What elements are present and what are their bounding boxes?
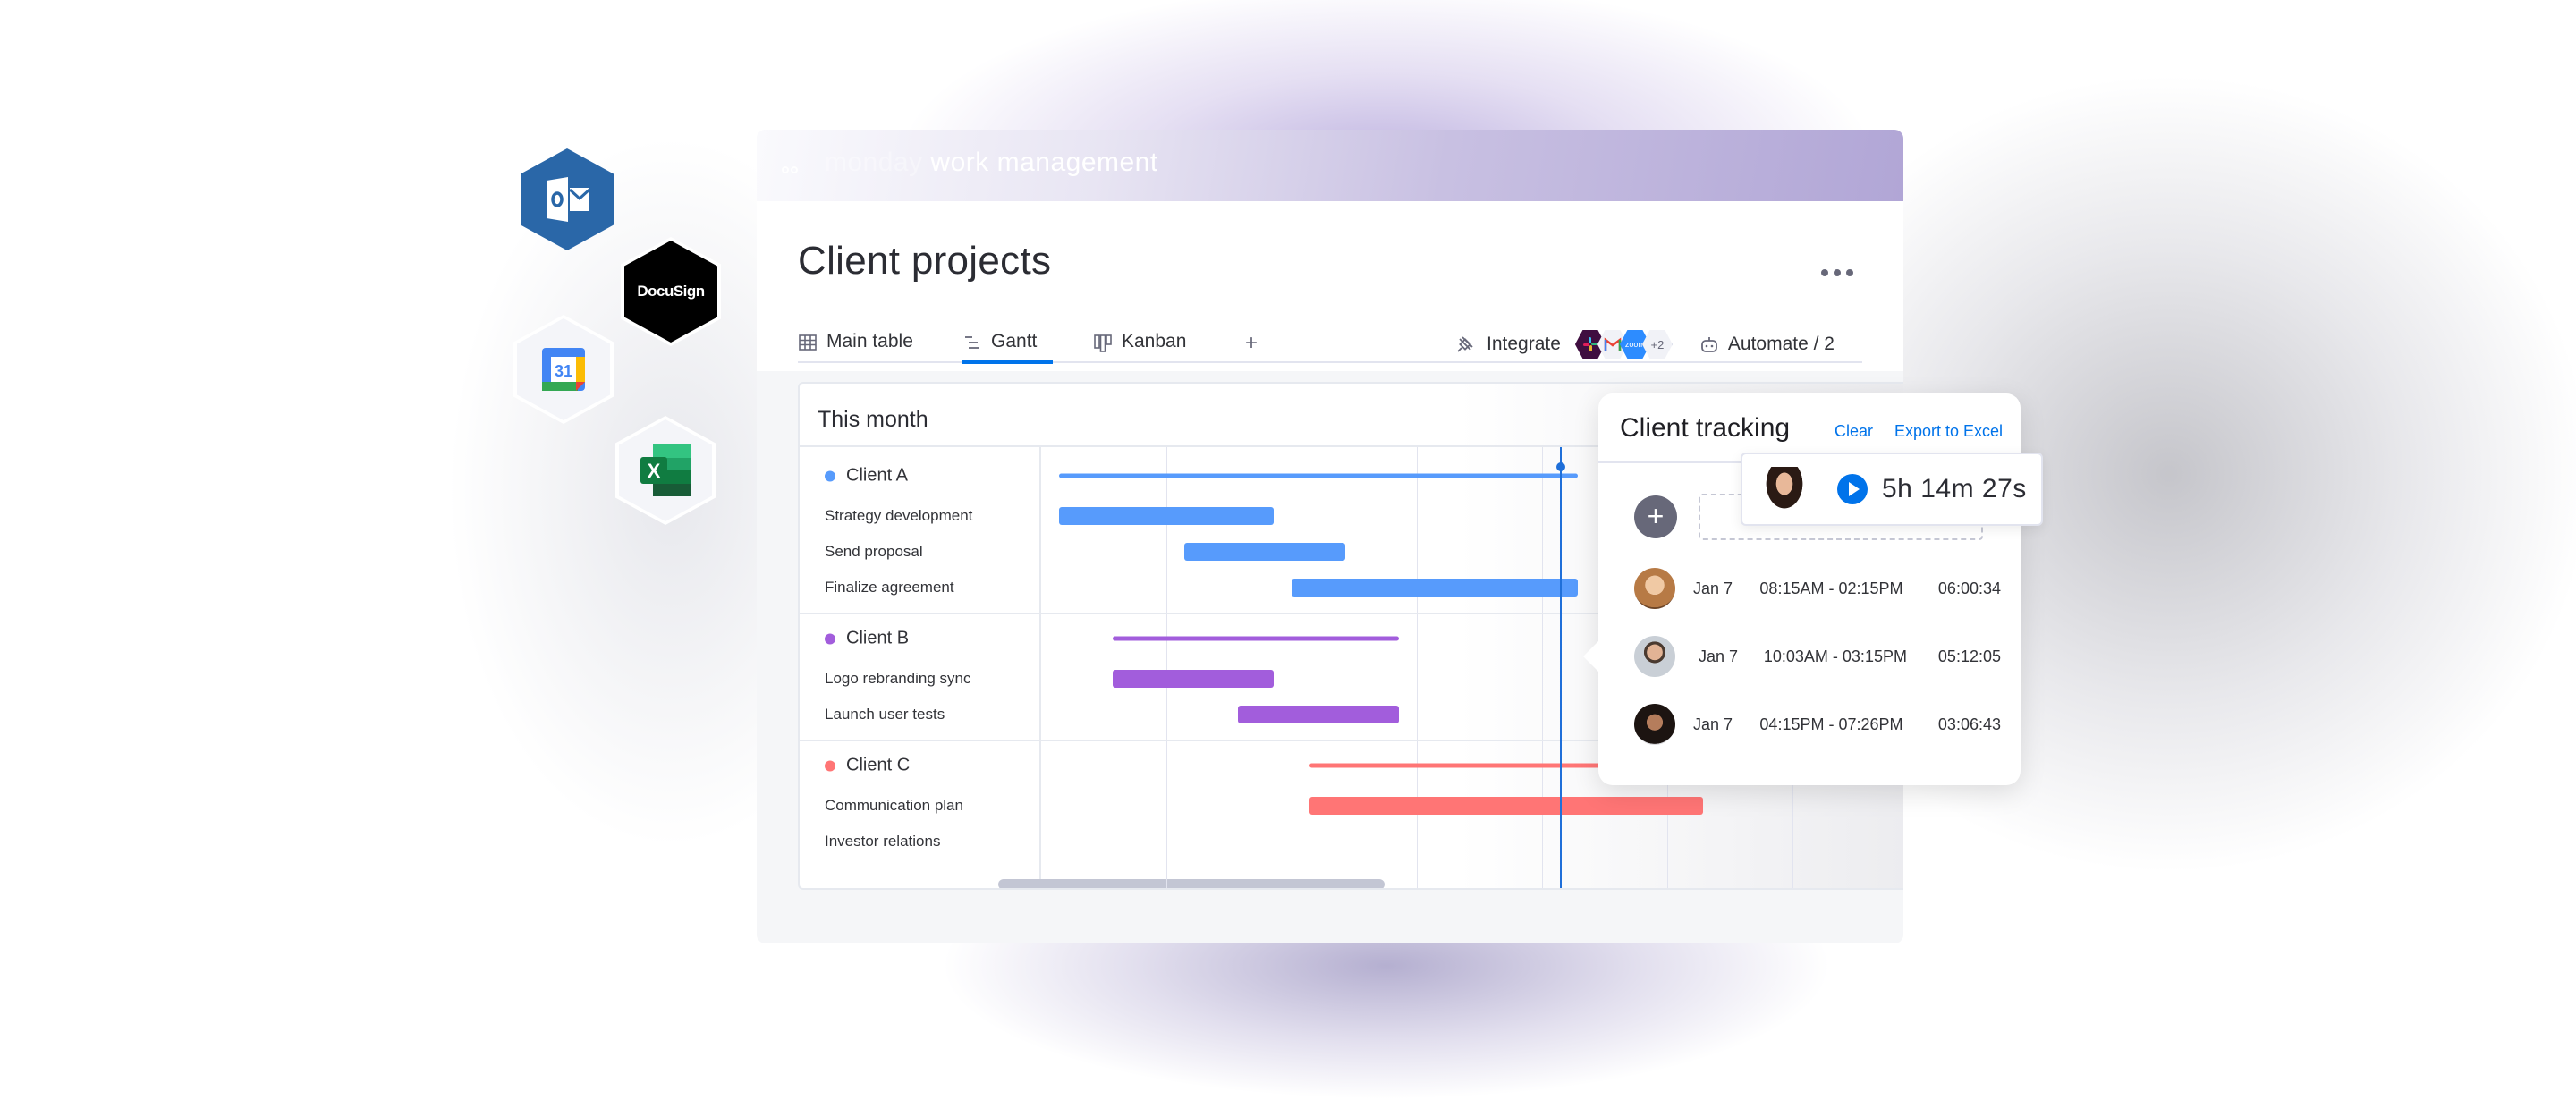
export-to-excel-button[interactable]: Export to Excel bbox=[1894, 422, 2003, 441]
group-color-dot bbox=[825, 470, 835, 481]
automate-button[interactable]: Automate / 2 bbox=[1699, 334, 1835, 355]
zoom-chip-label: zoom bbox=[1624, 340, 1645, 349]
group-label[interactable]: Client B bbox=[825, 629, 909, 649]
robot-icon bbox=[1701, 337, 1717, 352]
excel-icon: X bbox=[619, 419, 712, 521]
group-span-bar[interactable] bbox=[1113, 636, 1399, 641]
docusign-icon: DocuSign bbox=[624, 241, 717, 343]
more-options-button[interactable] bbox=[1821, 264, 1857, 282]
avatar bbox=[1634, 636, 1675, 677]
entry-date: Jan 7 bbox=[1693, 715, 1733, 733]
today-marker bbox=[1560, 447, 1562, 888]
entry-duration: 05:12:05 bbox=[1937, 647, 2001, 665]
entry-duration: 06:00:34 bbox=[1937, 579, 2001, 597]
task-label[interactable]: Strategy development bbox=[825, 507, 972, 525]
task-bar[interactable] bbox=[1184, 543, 1345, 561]
group-name: Client C bbox=[846, 755, 911, 775]
today-marker-dot bbox=[1556, 462, 1565, 471]
group-span-bar[interactable] bbox=[1059, 473, 1578, 478]
excel-letter: X bbox=[648, 460, 661, 482]
add-view-button[interactable]: + bbox=[1245, 331, 1258, 363]
gantt-icon bbox=[965, 336, 979, 349]
time-entry: Jan 7 08:15AM - 02:15PM 06:00:34 bbox=[1634, 567, 2001, 610]
time-entry: Jan 7 10:03AM - 03:15PM 05:12:05 bbox=[1634, 635, 2001, 678]
task-label[interactable]: Investor relations bbox=[825, 833, 940, 850]
tab-label: Kanban bbox=[1122, 331, 1187, 351]
active-timer: 5h 14m 27s bbox=[1741, 453, 2043, 526]
monday-logo-icon bbox=[781, 151, 808, 178]
task-label[interactable]: Communication plan bbox=[825, 797, 963, 815]
more-integrations-count: +2 bbox=[1650, 337, 1665, 351]
play-icon bbox=[1849, 482, 1860, 496]
tracking-title: Client tracking bbox=[1620, 413, 1791, 443]
tab-main-table[interactable]: Main table bbox=[798, 331, 913, 363]
group-name: Client B bbox=[846, 628, 910, 648]
task-label[interactable]: Logo rebranding sync bbox=[825, 670, 971, 688]
timer-value: 5h 14m 27s bbox=[1882, 474, 2027, 503]
group-color-dot bbox=[825, 633, 835, 644]
grid-column-line bbox=[1417, 447, 1418, 888]
toolbar-right: Integrate zoom +2 Automate / 2 bbox=[1454, 329, 1835, 360]
kanban-icon bbox=[1094, 334, 1112, 352]
top-bar: monday work management bbox=[757, 130, 1903, 201]
avatar bbox=[1634, 568, 1675, 609]
group-color-dot bbox=[825, 760, 835, 771]
task-bar[interactable] bbox=[1292, 579, 1578, 597]
entry-range: 04:15PM - 07:26PM bbox=[1759, 715, 1903, 733]
brand: monday work management bbox=[781, 148, 1158, 178]
avatar bbox=[1634, 704, 1675, 745]
outlook-icon bbox=[521, 148, 614, 250]
tab-label: Main table bbox=[826, 331, 913, 351]
group-label[interactable]: Client A bbox=[825, 466, 908, 487]
board-title: Client projects bbox=[798, 239, 1052, 283]
task-bar[interactable] bbox=[1059, 507, 1274, 525]
plug-icon bbox=[1457, 336, 1473, 352]
brand-suffix: work management bbox=[930, 148, 1158, 177]
time-entry: Jan 7 04:15PM - 07:26PM 03:06:43 bbox=[1634, 703, 2001, 746]
tab-gantt[interactable]: Gantt bbox=[962, 331, 1054, 364]
integrate-button[interactable]: Integrate bbox=[1487, 334, 1561, 355]
horizontal-scrollbar[interactable] bbox=[998, 879, 1385, 888]
entry-duration: 03:06:43 bbox=[1937, 715, 2001, 733]
google-calendar-icon: 31 bbox=[517, 318, 610, 420]
brand-prefix: monday bbox=[824, 148, 923, 177]
entry-date: Jan 7 bbox=[1699, 647, 1739, 665]
more-integrations-badge: +2 bbox=[1641, 330, 1673, 359]
integration-chips[interactable]: zoom +2 bbox=[1574, 329, 1673, 360]
automate-label: Automate / 2 bbox=[1727, 334, 1835, 354]
task-label[interactable]: Finalize agreement bbox=[825, 579, 954, 597]
add-icon: + bbox=[1245, 331, 1258, 355]
entry-date: Jan 7 bbox=[1693, 579, 1733, 597]
docusign-label: DocuSign bbox=[637, 283, 705, 300]
task-bar[interactable] bbox=[1238, 706, 1399, 723]
play-button[interactable] bbox=[1837, 474, 1868, 504]
entry-range: 10:03AM - 03:15PM bbox=[1763, 647, 1907, 665]
clear-button[interactable]: Clear bbox=[1835, 422, 1873, 441]
view-tabs: Main table Gantt Kanban + Integrate zoom… bbox=[798, 322, 1862, 364]
calendar-day: 31 bbox=[555, 362, 572, 380]
tab-label: Gantt bbox=[991, 331, 1038, 351]
task-bar[interactable] bbox=[1113, 670, 1274, 688]
add-time-entry-button[interactable]: + bbox=[1634, 495, 1677, 538]
tab-kanban[interactable]: Kanban bbox=[1093, 331, 1186, 363]
avatar bbox=[1764, 467, 1805, 512]
entry-range: 08:15AM - 02:15PM bbox=[1759, 579, 1903, 597]
period-label: This month bbox=[818, 407, 928, 432]
task-bar[interactable] bbox=[1309, 797, 1703, 815]
task-label[interactable]: Launch user tests bbox=[825, 706, 945, 723]
task-label[interactable]: Send proposal bbox=[825, 543, 923, 561]
group-label[interactable]: Client C bbox=[825, 756, 910, 776]
grid-column-line bbox=[1542, 447, 1543, 888]
table-icon bbox=[799, 334, 817, 351]
group-name: Client A bbox=[846, 465, 908, 486]
